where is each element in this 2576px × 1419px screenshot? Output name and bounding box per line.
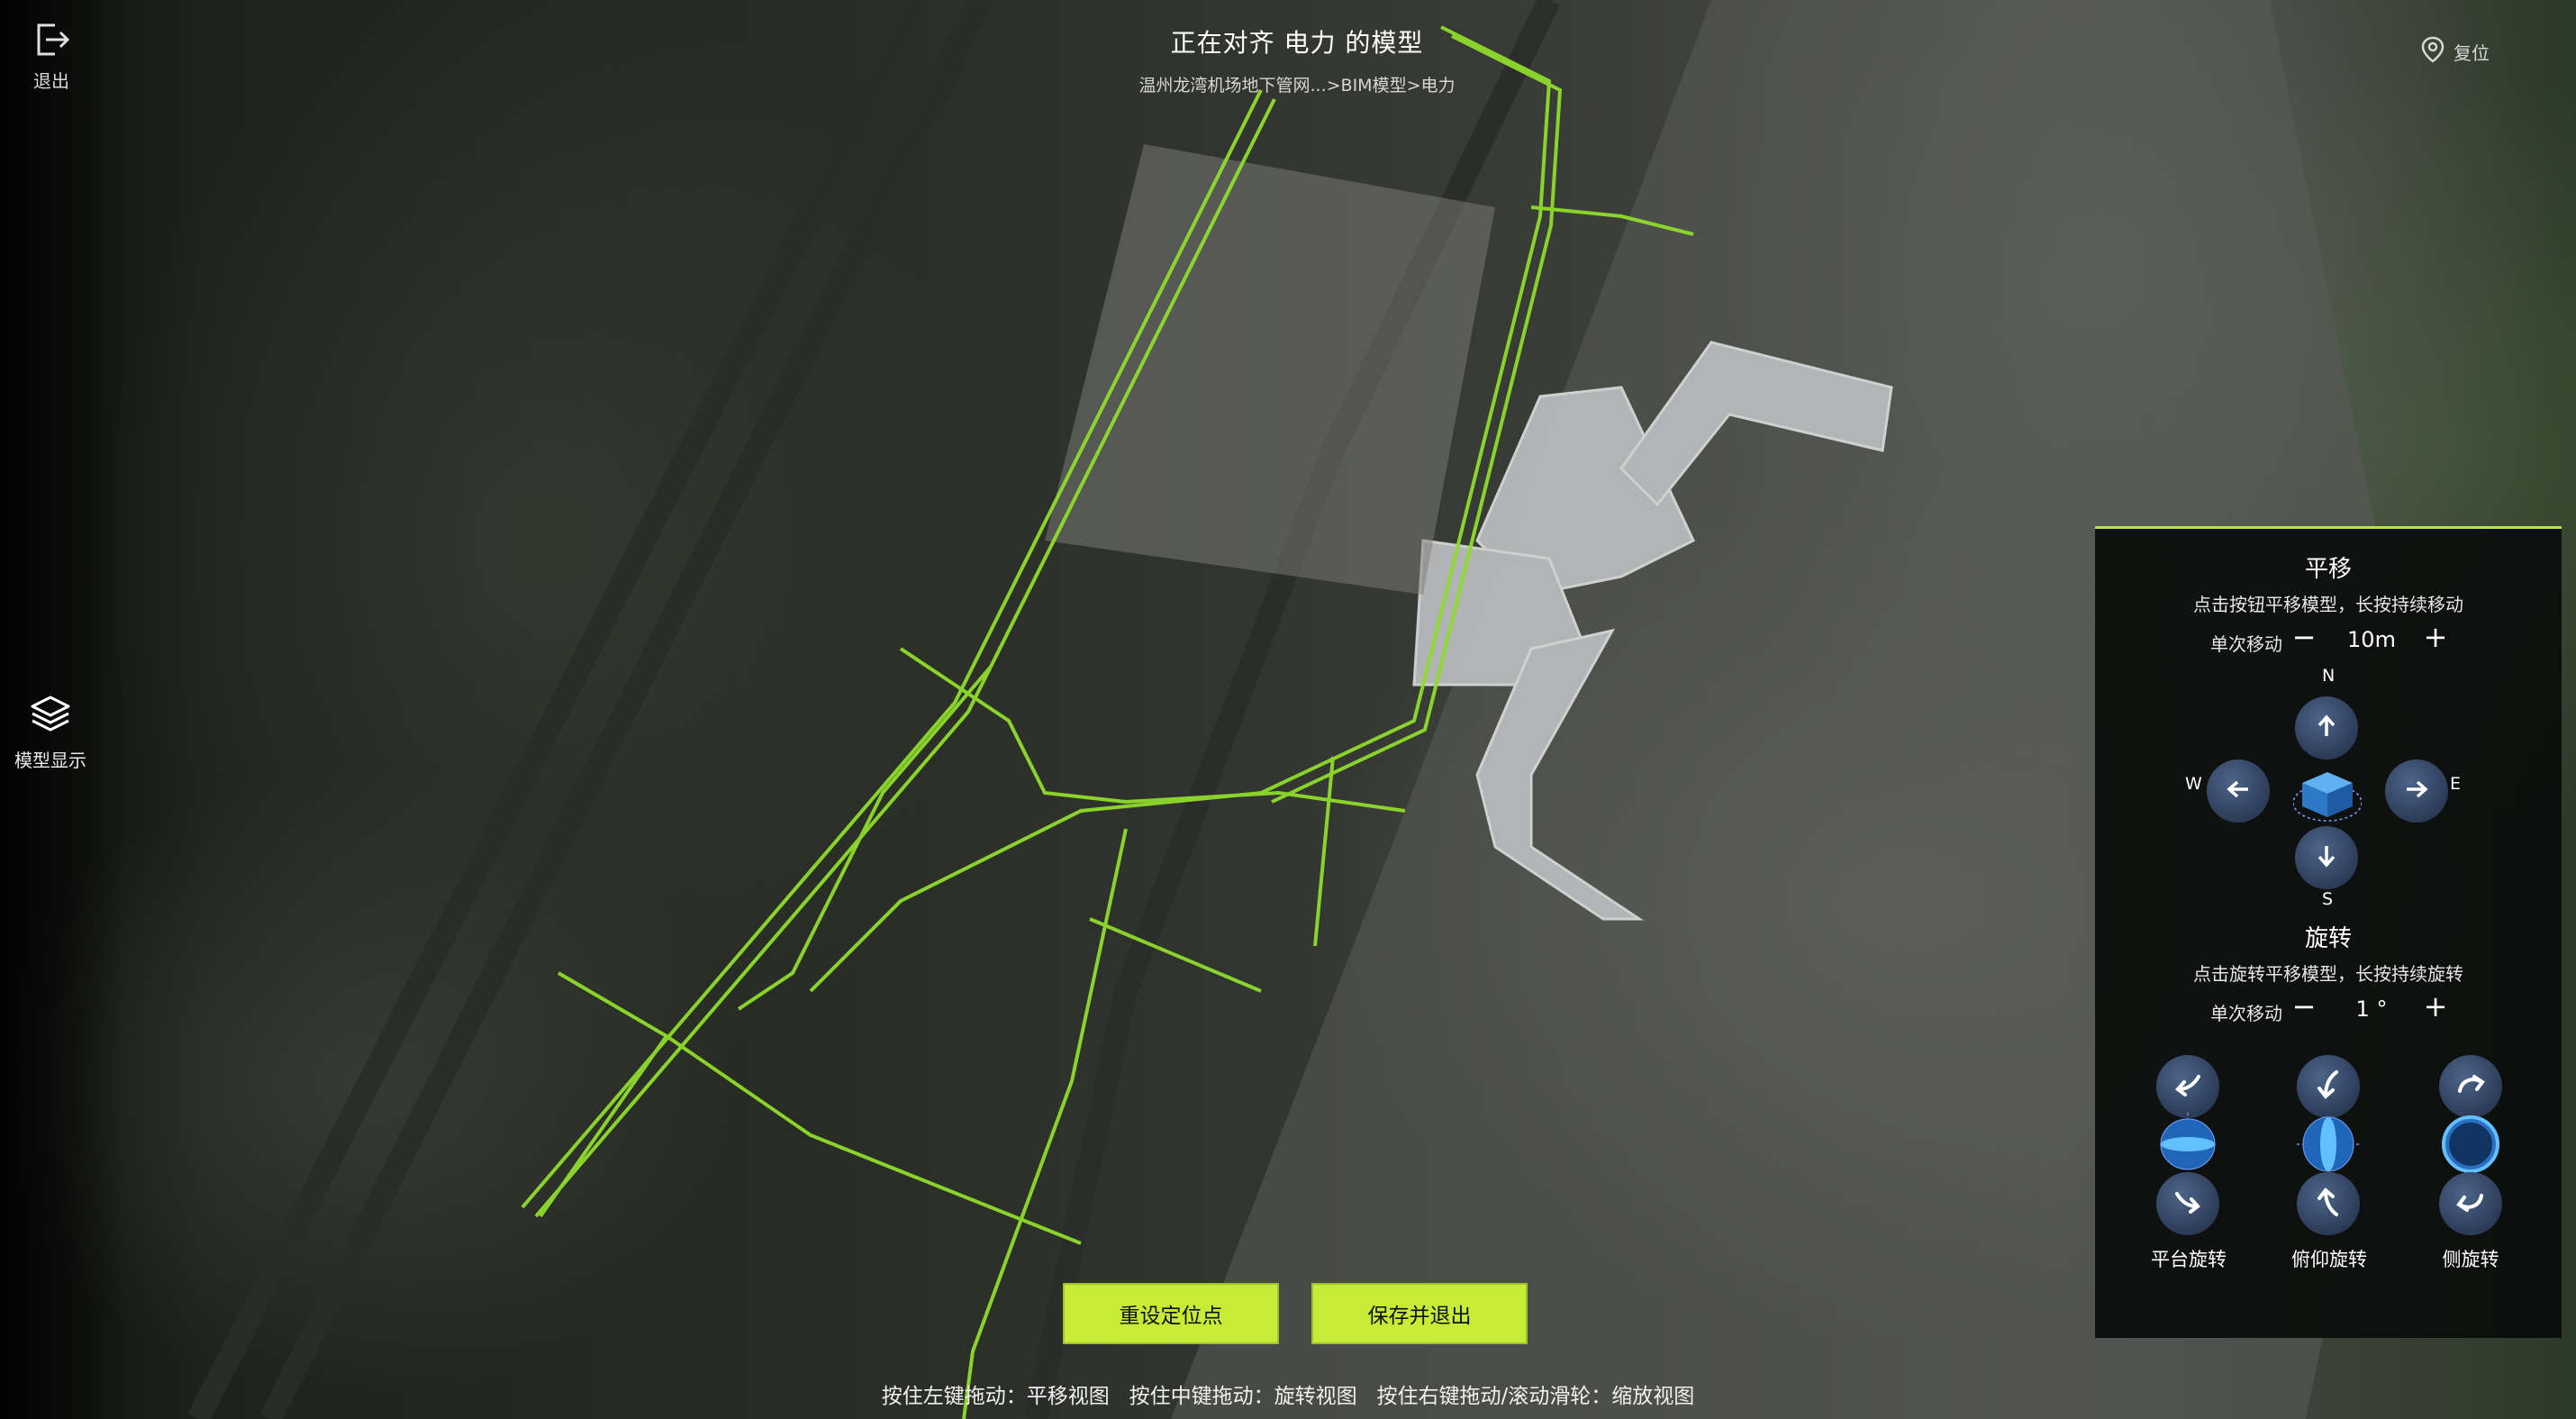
- pitch-rotate-down-button[interactable]: [2297, 1055, 2360, 1118]
- model-cube-icon: [2292, 760, 2363, 832]
- arrow-left-icon: [2225, 776, 2252, 806]
- construction-site: [1045, 144, 1495, 595]
- move-south-button[interactable]: [2295, 826, 2358, 889]
- curved-arrow-left-icon: [2172, 1071, 2204, 1102]
- pitch-rotate-up-button[interactable]: [2297, 1172, 2360, 1235]
- compass-south-label: S: [2322, 889, 2334, 909]
- layers-icon: [28, 696, 73, 741]
- arrow-up-icon: [2313, 713, 2340, 743]
- map-viewport[interactable]: 正在对齐 电力 的模型 温州龙湾机场地下管网...>BIM模型>电力 退出 复位: [0, 0, 2576, 1419]
- compass-north-label: N: [2322, 666, 2336, 686]
- move-west-button[interactable]: [2207, 760, 2270, 823]
- reset-button[interactable]: 复位: [2417, 34, 2490, 69]
- alignment-control-panel: 平移 点击按钮平移模型，长按持续移动 单次移动 − 10m + N S W E: [2095, 526, 2562, 1338]
- curved-arrow-right-icon: [2172, 1188, 2204, 1219]
- horizontal-sphere-icon: [2156, 1113, 2219, 1179]
- side-sphere-icon: [2439, 1113, 2502, 1179]
- rotate-step-value: 1 °: [2355, 996, 2388, 1022]
- translate-hint: 点击按钮平移模型，长按持续移动: [2193, 594, 2463, 615]
- rotate-title: 旋转: [2304, 925, 2352, 952]
- rotate-step-row: 单次移动 − 1 ° +: [2095, 990, 2562, 1026]
- platform-rotate-ccw-button[interactable]: [2156, 1055, 2219, 1118]
- compass-west-label: W: [2185, 774, 2202, 794]
- side-rotate-label: 侧旋转: [2442, 1249, 2499, 1270]
- model-display-label: 模型显示: [14, 750, 86, 771]
- arrow-down-icon: [2313, 842, 2340, 873]
- breadcrumb: 温州龙湾机场地下管网...>BIM模型>电力: [1138, 76, 1456, 96]
- curved-arrow-down-icon: [2315, 1069, 2342, 1105]
- compass-east-label: E: [2450, 774, 2462, 794]
- vertical-sphere-icon: [2297, 1113, 2360, 1179]
- page-title: 正在对齐 电力 的模型: [1170, 28, 1424, 58]
- translate-step-decrease-button[interactable]: −: [2288, 621, 2320, 653]
- location-pin-icon: [2417, 34, 2448, 69]
- mouse-controls-hint: 按住左键拖动：平移视图 按住中键拖动：旋转视图 按住右键拖动/滚动滑轮：缩放视图: [881, 1385, 1695, 1408]
- reset-anchor-button[interactable]: 重设定位点: [1063, 1283, 1279, 1344]
- save-and-exit-button[interactable]: 保存并退出: [1311, 1283, 1528, 1344]
- translate-title: 平移: [2304, 556, 2352, 583]
- translate-step-label: 单次移动: [2210, 633, 2282, 655]
- rotate-counterclockwise-icon: [2454, 1188, 2487, 1219]
- move-east-button[interactable]: [2385, 760, 2448, 823]
- pitch-rotate-label: 俯仰旋转: [2291, 1249, 2367, 1270]
- translate-step-row: 单次移动 − 10m +: [2095, 621, 2562, 657]
- side-rotate-cw-button[interactable]: [2439, 1055, 2502, 1118]
- move-north-button[interactable]: [2295, 696, 2358, 760]
- side-rotate-ccw-button[interactable]: [2439, 1172, 2502, 1235]
- reset-label: 复位: [2454, 42, 2490, 64]
- rotate-step-decrease-button[interactable]: −: [2288, 990, 2320, 1023]
- rotate-step-increase-button[interactable]: +: [2419, 990, 2452, 1023]
- exit-label: 退出: [33, 70, 69, 92]
- model-display-button[interactable]: 模型显示: [7, 692, 94, 772]
- rotate-clockwise-icon: [2454, 1071, 2487, 1102]
- rotate-hint: 点击旋转平移模型，长按持续旋转: [2193, 963, 2463, 985]
- curved-arrow-up-icon: [2315, 1186, 2342, 1222]
- exit-icon: [32, 23, 71, 63]
- platform-rotate-cw-button[interactable]: [2156, 1172, 2219, 1235]
- translate-step-value: 10m: [2347, 627, 2396, 652]
- translate-step-increase-button[interactable]: +: [2419, 621, 2452, 653]
- platform-rotate-label: 平台旋转: [2151, 1249, 2227, 1270]
- rotate-step-label: 单次移动: [2210, 1003, 2282, 1024]
- arrow-right-icon: [2403, 776, 2430, 806]
- exit-button[interactable]: 退出: [20, 20, 83, 93]
